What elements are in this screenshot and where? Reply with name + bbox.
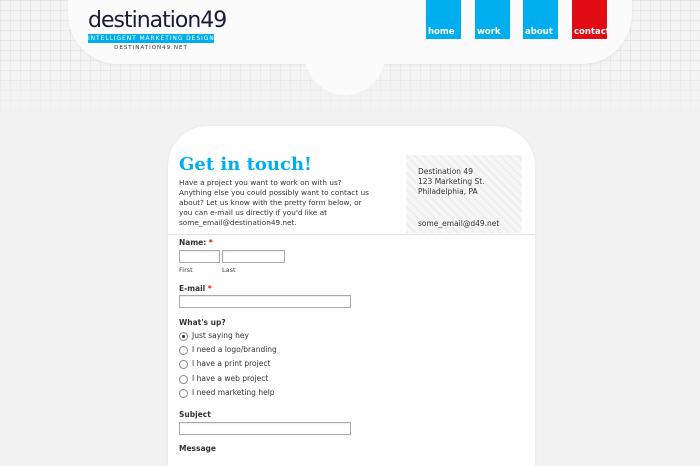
radio-button[interactable] — [179, 346, 188, 355]
whats-up-label: What's up? — [179, 318, 226, 327]
nav-home-label: home — [428, 27, 455, 37]
logo-url: DESTINATION49.NET — [114, 45, 188, 51]
contact-card: Destination 49 123 Marketing St. Philade… — [406, 155, 522, 233]
nav-home[interactable]: home — [426, 0, 461, 39]
radio-button[interactable] — [179, 389, 188, 398]
logo-wordmark: destination49 — [88, 8, 227, 33]
company-name: Destination 49 — [418, 167, 473, 176]
nav-work-label: work — [477, 27, 501, 37]
nav-contact-label: contact — [574, 27, 610, 37]
last-name-sublabel: Last — [222, 266, 236, 274]
first-name-sublabel: First — [179, 266, 193, 274]
street-address: 123 Marketing St. — [418, 177, 485, 186]
radio-label: I have a web project — [192, 374, 269, 383]
logo-tagline: INTELLIGENT MARKETING DESIGN — [88, 34, 215, 43]
name-label-text: Name: — [179, 238, 207, 247]
last-name-input[interactable] — [222, 250, 285, 263]
site-logo[interactable]: destination49 INTELLIGENT MARKETING DESI… — [88, 10, 227, 51]
message-label: Message — [179, 444, 216, 453]
radio-button[interactable] — [179, 375, 188, 384]
nav-about-label: about — [525, 27, 553, 37]
nav-contact[interactable]: contact — [572, 0, 610, 39]
contact-email-link[interactable]: some_email@d49.net — [418, 219, 499, 229]
radio-label: I need a logo/branding — [192, 345, 277, 354]
email-label: E-mail * — [179, 284, 212, 294]
radio-label: I have a print project — [192, 359, 271, 368]
required-marker: * — [208, 238, 213, 247]
page-title: Get in touch! — [179, 154, 312, 175]
email-label-text: E-mail — [179, 284, 206, 293]
first-name-input[interactable] — [179, 250, 220, 263]
name-label: Name: * — [179, 238, 213, 248]
section-divider — [168, 234, 535, 235]
radio-label: I need marketing help — [192, 388, 275, 397]
required-marker: * — [207, 284, 212, 293]
city-state: Philadelphia, PA — [418, 187, 478, 196]
radio-button[interactable] — [179, 332, 188, 341]
email-input[interactable] — [179, 295, 351, 308]
radio-label: Just saying hey — [192, 331, 249, 340]
intro-text: Have a project you want to work on with … — [179, 178, 369, 227]
radio-button[interactable] — [179, 360, 188, 369]
subject-input[interactable] — [179, 422, 351, 435]
subject-label: Subject — [179, 410, 211, 419]
nav-work[interactable]: work — [475, 0, 510, 39]
nav-about[interactable]: about — [523, 0, 558, 39]
